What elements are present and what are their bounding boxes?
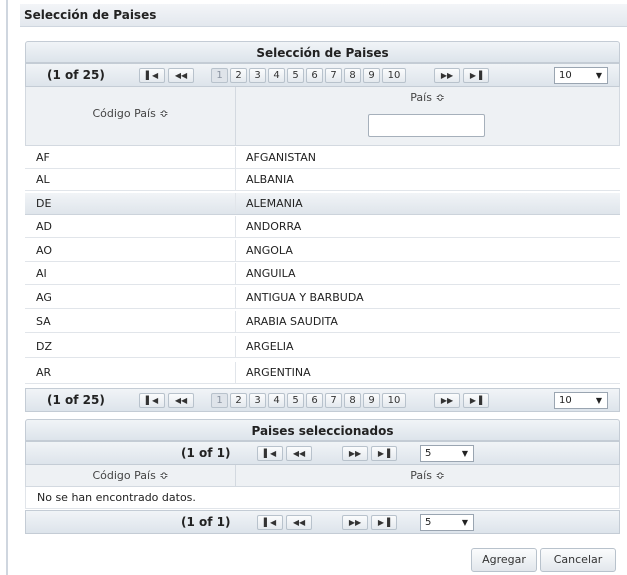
- page-8-button[interactable]: 8: [344, 68, 361, 83]
- column-header-country[interactable]: País ≎: [236, 87, 619, 145]
- selected-page-count: (1 of 1): [181, 515, 231, 529]
- page-5-button[interactable]: 5: [287, 68, 304, 83]
- prev-page-button[interactable]: ◀◀: [168, 68, 194, 83]
- first-page-button[interactable]: ▌◀: [139, 393, 165, 408]
- table-row[interactable]: AR ARGENTINA: [25, 362, 620, 384]
- last-page-button[interactable]: ▶▐: [463, 393, 489, 408]
- last-page-button[interactable]: ▶▐: [371, 515, 397, 530]
- column-header-code[interactable]: Código País ≎: [26, 87, 236, 145]
- prev-page-button[interactable]: ◀◀: [286, 515, 312, 530]
- page-9-button[interactable]: 9: [363, 68, 380, 83]
- table-row[interactable]: AO ANGOLA: [25, 240, 620, 262]
- page-6-button[interactable]: 6: [306, 393, 323, 408]
- dialog-left-border: [6, 0, 8, 575]
- column-header-country[interactable]: País ≎: [236, 465, 619, 486]
- prev-page-button[interactable]: ◀◀: [286, 446, 312, 461]
- table-row[interactable]: AD ANDORRA: [25, 216, 620, 238]
- first-page-button[interactable]: ▌◀: [139, 68, 165, 83]
- page-7-button[interactable]: 7: [325, 68, 342, 83]
- selected-bottom-paginator-wrap: (1 of 1) ▌◀ ◀◀ ▶▶ ▶▐ 5 ▼: [25, 510, 620, 534]
- table-row[interactable]: AL ALBANIA: [25, 169, 620, 191]
- page-6-button[interactable]: 6: [306, 68, 323, 83]
- last-page-button[interactable]: ▶▐: [371, 446, 397, 461]
- table-row[interactable]: SA ARABIA SAUDITA: [25, 311, 620, 333]
- table-header: Código País ≎ País ≎: [25, 87, 620, 146]
- dialog-titlebar: Selección de Paises: [20, 4, 627, 27]
- rows-per-page-select[interactable]: 10 ▼: [554, 392, 608, 409]
- next-page-button[interactable]: ▶▶: [434, 68, 460, 83]
- page-8-button[interactable]: 8: [344, 393, 361, 408]
- page-7-button[interactable]: 7: [325, 393, 342, 408]
- top-paginator: (1 of 25) ▌◀ ◀◀ 1 2 3 4 5 6 7 8 9 10 ▶▶ …: [25, 63, 620, 87]
- chevron-down-icon: ▼: [461, 449, 468, 458]
- page-3-button[interactable]: 3: [249, 393, 266, 408]
- next-page-button[interactable]: ▶▶: [434, 393, 460, 408]
- cancel-button[interactable]: Cancelar: [540, 548, 616, 572]
- selected-panel: Paises seleccionados (1 of 1) ▌◀ ◀◀ ▶▶ ▶…: [25, 419, 620, 487]
- country-filter-input[interactable]: [368, 114, 485, 137]
- selected-header: Paises seleccionados: [25, 419, 620, 441]
- page-4-button[interactable]: 4: [268, 68, 285, 83]
- page-1-button[interactable]: 1: [211, 68, 228, 83]
- page-5-button[interactable]: 5: [287, 393, 304, 408]
- next-page-button[interactable]: ▶▶: [342, 515, 368, 530]
- table-row[interactable]: DZ ARGELIA: [25, 336, 620, 358]
- bottom-paginator-wrap: (1 of 25) ▌◀ ◀◀ 1 2 3 4 5 6 7 8 9 10 ▶▶ …: [25, 388, 620, 412]
- page-9-button[interactable]: 9: [363, 393, 380, 408]
- chevron-down-icon: ▼: [461, 518, 468, 527]
- prev-page-button[interactable]: ◀◀: [168, 393, 194, 408]
- column-header-code[interactable]: Código País ≎: [26, 465, 236, 486]
- page-2-button[interactable]: 2: [230, 393, 247, 408]
- selected-page-count: (1 of 1): [181, 446, 231, 460]
- selected-bottom-paginator: (1 of 1) ▌◀ ◀◀ ▶▶ ▶▐ 5 ▼: [25, 510, 620, 534]
- chevron-down-icon: ▼: [595, 396, 602, 405]
- selected-top-paginator: (1 of 1) ▌◀ ◀◀ ▶▶ ▶▐ 5 ▼: [25, 441, 620, 465]
- page-count: (1 of 25): [47, 68, 105, 82]
- countries-header: Selección de Paises: [25, 41, 620, 63]
- table-row-selected[interactable]: DE ALEMANIA: [25, 193, 620, 215]
- table-row[interactable]: AI ANGUILA: [25, 263, 620, 285]
- chevron-down-icon: ▼: [595, 71, 602, 80]
- rows-per-page-select[interactable]: 5 ▼: [420, 514, 474, 531]
- first-page-button[interactable]: ▌◀: [257, 515, 283, 530]
- page-2-button[interactable]: 2: [230, 68, 247, 83]
- page-10-button[interactable]: 10: [382, 393, 406, 408]
- selected-table-header: Código País ≎ País ≎: [25, 465, 620, 487]
- page-count: (1 of 25): [47, 393, 105, 407]
- page-4-button[interactable]: 4: [268, 393, 285, 408]
- table-row[interactable]: AG ANTIGUA Y BARBUDA: [25, 287, 620, 309]
- first-page-button[interactable]: ▌◀: [257, 446, 283, 461]
- bottom-paginator: (1 of 25) ▌◀ ◀◀ 1 2 3 4 5 6 7 8 9 10 ▶▶ …: [25, 388, 620, 412]
- add-button[interactable]: Agregar: [471, 548, 537, 572]
- last-page-button[interactable]: ▶▐: [463, 68, 489, 83]
- table-row[interactable]: AF AFGANISTAN: [25, 147, 620, 169]
- next-page-button[interactable]: ▶▶: [342, 446, 368, 461]
- page-10-button[interactable]: 10: [382, 68, 406, 83]
- dialog-title: Selección de Paises: [24, 8, 157, 22]
- countries-panel: Selección de Paises (1 of 25) ▌◀ ◀◀ 1 2 …: [25, 41, 620, 146]
- rows-per-page-select[interactable]: 5 ▼: [420, 445, 474, 462]
- rows-per-page-select[interactable]: 10 ▼: [554, 67, 608, 84]
- page-1-button[interactable]: 1: [211, 393, 228, 408]
- page-3-button[interactable]: 3: [249, 68, 266, 83]
- empty-message: No se han encontrado datos.: [25, 487, 620, 509]
